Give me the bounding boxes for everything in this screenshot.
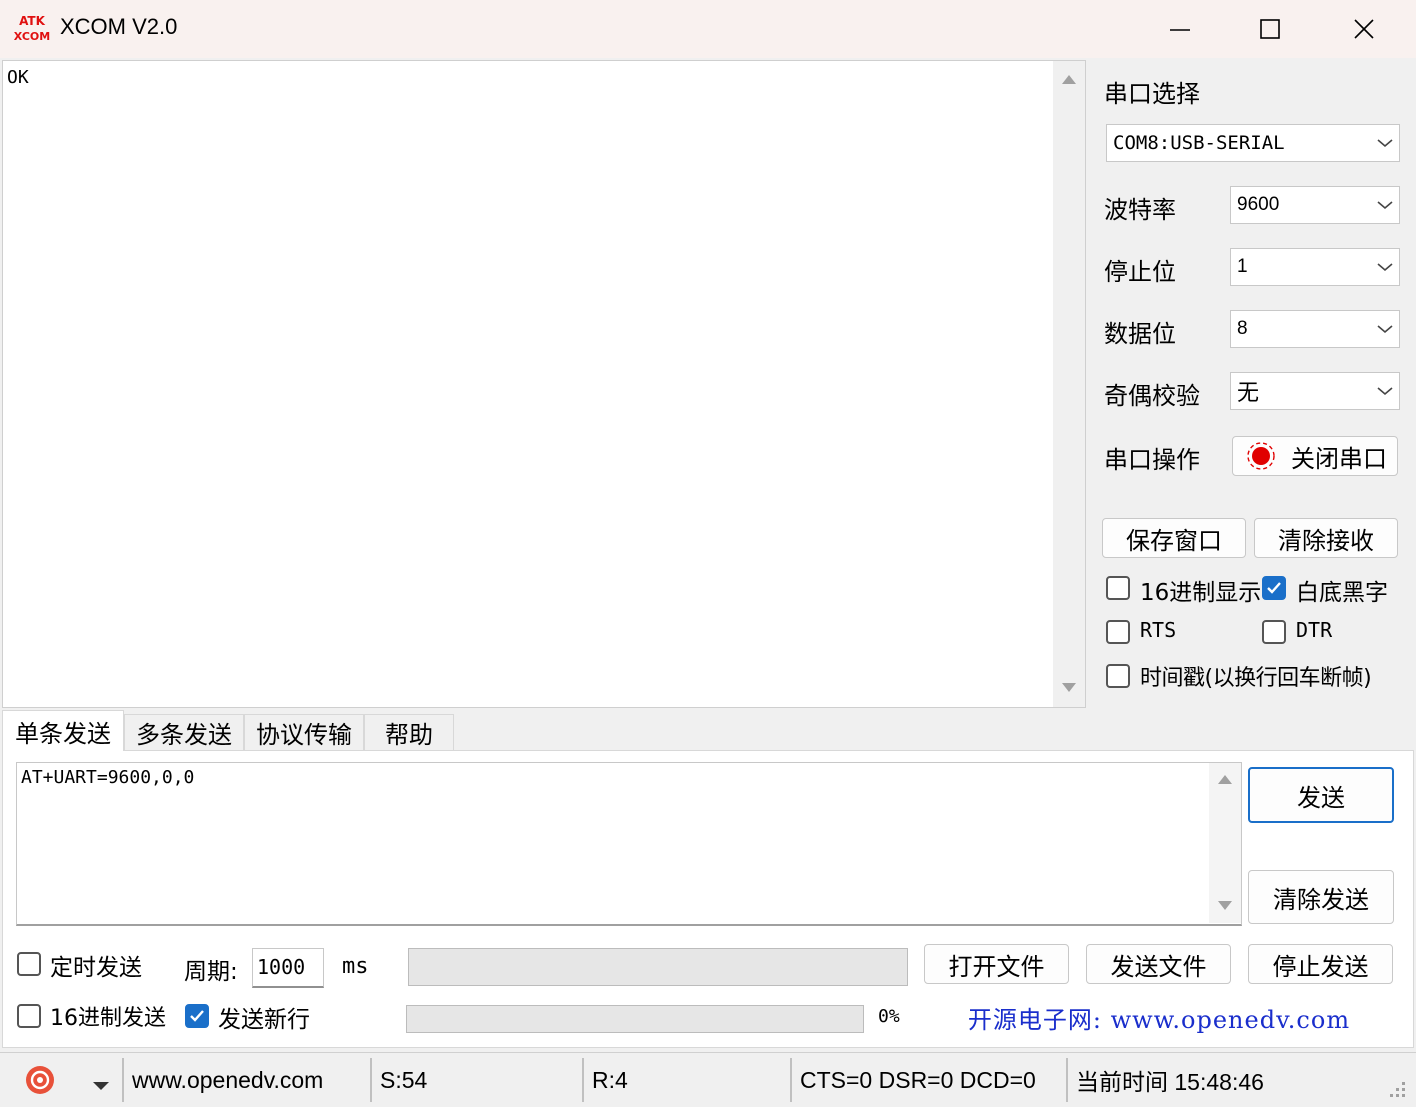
rts-checkbox[interactable] bbox=[1106, 620, 1130, 644]
hex-send-label: 16进制发送 bbox=[50, 1006, 166, 1031]
app-logo: ATK XCOM bbox=[14, 12, 50, 44]
baud-select-value: 9600 bbox=[1237, 194, 1280, 215]
receive-textarea[interactable]: OK bbox=[2, 60, 1086, 708]
hex-display-label: 16进制显示 bbox=[1140, 580, 1262, 606]
dtr-checkbox[interactable] bbox=[1262, 620, 1286, 644]
receive-text: OK bbox=[7, 67, 29, 88]
minimize-icon bbox=[1170, 29, 1190, 31]
scroll-down-icon[interactable] bbox=[1062, 683, 1076, 692]
power-icon[interactable] bbox=[24, 1064, 56, 1096]
chevron-down-icon bbox=[1371, 262, 1399, 272]
parity-select[interactable]: 无 bbox=[1230, 372, 1400, 410]
scroll-down-icon[interactable] bbox=[1218, 901, 1232, 910]
operation-label: 串口操作 bbox=[1104, 446, 1200, 474]
status-received-count: R:4 bbox=[582, 1058, 788, 1102]
rts-label: RTS bbox=[1140, 618, 1177, 642]
databits-select-value: 8 bbox=[1237, 318, 1248, 339]
databits-select[interactable]: 8 bbox=[1230, 310, 1400, 348]
logo-text-bottom: XCOM bbox=[14, 30, 50, 43]
send-textarea[interactable]: AT+UART=9600,0,0 bbox=[16, 762, 1242, 926]
timed-send-label: 定时发送 bbox=[50, 955, 142, 981]
dtr-label: DTR bbox=[1296, 618, 1333, 642]
tab-multi-send[interactable]: 多条发送 bbox=[124, 714, 244, 750]
send-newline-label: 发送新行 bbox=[218, 1007, 310, 1033]
status-current-time: 当前时间 15:48:46 bbox=[1066, 1058, 1386, 1102]
window-title: XCOM V2.0 bbox=[60, 14, 178, 39]
tab-help[interactable]: 帮助 bbox=[364, 714, 454, 750]
close-port-label: 关闭串口 bbox=[1291, 444, 1387, 473]
minimize-button[interactable] bbox=[1134, 0, 1226, 58]
hex-display-checkbox[interactable] bbox=[1106, 576, 1130, 600]
baud-select[interactable]: 9600 bbox=[1230, 186, 1400, 224]
clear-send-button[interactable]: 清除发送 bbox=[1248, 870, 1394, 924]
maximize-icon bbox=[1260, 19, 1280, 39]
open-file-button[interactable]: 打开文件 bbox=[924, 944, 1069, 984]
send-button[interactable]: 发送 bbox=[1248, 767, 1394, 823]
white-bg-label: 白底黑字 bbox=[1296, 580, 1388, 606]
file-path-field[interactable] bbox=[408, 948, 908, 986]
chevron-down-icon bbox=[1371, 138, 1399, 148]
parity-select-value: 无 bbox=[1237, 381, 1260, 406]
checkmark-icon bbox=[1267, 582, 1281, 594]
send-scrollbar[interactable] bbox=[1209, 763, 1241, 923]
send-text: AT+UART=9600,0,0 bbox=[21, 767, 195, 788]
clear-receive-button[interactable]: 清除接收 bbox=[1254, 518, 1398, 558]
send-file-button[interactable]: 发送文件 bbox=[1086, 944, 1231, 984]
period-input[interactable]: 1000 bbox=[252, 948, 324, 988]
tab-single-send[interactable]: 单条发送 bbox=[2, 710, 124, 751]
timestamp-label: 时间戳(以换行回车断帧) bbox=[1140, 666, 1372, 691]
receive-scrollbar[interactable] bbox=[1053, 61, 1085, 707]
logo-text-top: ATK bbox=[19, 14, 46, 28]
chevron-down-icon bbox=[1371, 324, 1399, 334]
dropdown-arrow-icon[interactable] bbox=[92, 1076, 110, 1095]
port-select-value: COM8:USB-SERIAL bbox=[1113, 132, 1285, 154]
parity-label: 奇偶校验 bbox=[1104, 382, 1200, 410]
period-unit-label: ms bbox=[342, 954, 369, 979]
openedv-banner[interactable]: 开源电子网: www.openedv.com bbox=[922, 996, 1396, 1038]
hex-send-checkbox[interactable] bbox=[17, 1004, 41, 1028]
save-window-button[interactable]: 保存窗口 bbox=[1102, 518, 1246, 558]
scroll-up-icon[interactable] bbox=[1062, 75, 1076, 84]
scroll-up-icon[interactable] bbox=[1218, 775, 1232, 784]
stopbits-select-value: 1 bbox=[1237, 256, 1248, 277]
maximize-button[interactable] bbox=[1224, 0, 1316, 58]
close-icon bbox=[1354, 19, 1374, 39]
send-progress-bar bbox=[406, 1005, 864, 1033]
stopbits-select[interactable]: 1 bbox=[1230, 248, 1400, 286]
close-port-button[interactable]: 关闭串口 bbox=[1232, 436, 1398, 476]
port-select[interactable]: COM8:USB-SERIAL bbox=[1106, 124, 1400, 162]
port-label: 串口选择 bbox=[1104, 80, 1200, 108]
resize-grip-icon[interactable] bbox=[1384, 1076, 1408, 1100]
period-label: 周期: bbox=[184, 959, 238, 985]
port-status-led-icon bbox=[1247, 442, 1275, 470]
white-bg-checkbox[interactable] bbox=[1262, 576, 1286, 600]
stop-send-button[interactable]: 停止发送 bbox=[1248, 944, 1393, 984]
status-modem-lines: CTS=0 DSR=0 DCD=0 bbox=[790, 1058, 1062, 1102]
timed-send-checkbox[interactable] bbox=[17, 952, 41, 976]
tab-protocol[interactable]: 协议传输 bbox=[244, 714, 364, 750]
status-website[interactable]: www.openedv.com bbox=[122, 1058, 366, 1102]
checkmark-icon bbox=[190, 1010, 204, 1022]
stopbits-label: 停止位 bbox=[1104, 258, 1176, 286]
close-button[interactable] bbox=[1318, 0, 1410, 58]
chevron-down-icon bbox=[1371, 386, 1399, 396]
progress-percent: 0% bbox=[878, 1006, 900, 1027]
send-newline-checkbox[interactable] bbox=[185, 1004, 209, 1028]
databits-label: 数据位 bbox=[1104, 320, 1176, 348]
status-sent-count: S:54 bbox=[370, 1058, 580, 1102]
baud-label: 波特率 bbox=[1104, 196, 1176, 224]
timestamp-checkbox[interactable] bbox=[1106, 664, 1130, 688]
chevron-down-icon bbox=[1371, 200, 1399, 210]
